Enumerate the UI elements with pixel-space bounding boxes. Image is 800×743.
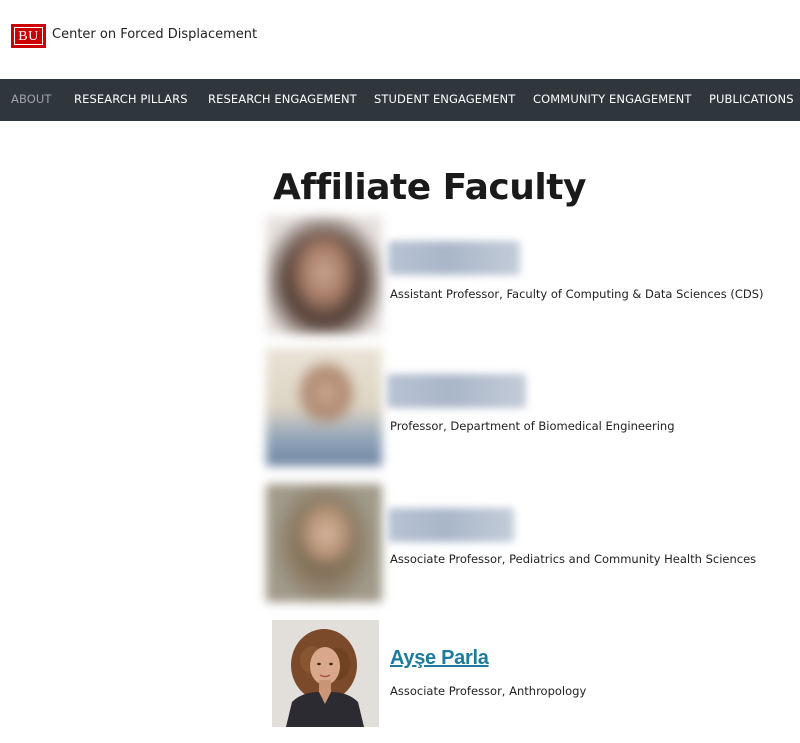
faculty-title: Associate Professor, Pediatrics and Comm… [390, 552, 757, 566]
faculty-name-link[interactable] [388, 241, 520, 275]
faculty-name-link[interactable] [387, 374, 526, 408]
faculty-name-link[interactable]: Ayşe Parla [390, 647, 489, 670]
nav-item-community-engagement[interactable]: Community Engagement [533, 92, 691, 106]
faculty-photo[interactable] [266, 348, 382, 466]
nav-item-about[interactable]: About [11, 92, 52, 106]
bu-logo-text: BU [14, 27, 43, 45]
nav-item-student-engagement[interactable]: Student Engagement [374, 92, 515, 106]
nav-item-research-engagement[interactable]: Research Engagement [208, 92, 357, 106]
faculty-photo[interactable] [266, 484, 382, 602]
faculty-title: Assistant Professor, Faculty of Computin… [390, 287, 764, 301]
main-nav: About Research Pillars Research Engageme… [0, 79, 800, 121]
bu-logo[interactable]: BU [11, 24, 46, 48]
portrait-image [272, 620, 379, 727]
faculty-name-link[interactable] [388, 508, 514, 542]
site-title-link[interactable]: Center on Forced Displacement [52, 27, 257, 42]
page-title: Affiliate Faculty [273, 167, 586, 208]
nav-item-publications[interactable]: Publications [709, 92, 794, 106]
nav-item-research-pillars[interactable]: Research Pillars [74, 92, 188, 106]
faculty-photo[interactable] [266, 216, 382, 334]
faculty-title: Professor, Department of Biomedical Engi… [390, 419, 675, 433]
site-header: BU Center on Forced Displacement [0, 0, 800, 79]
faculty-photo[interactable] [272, 620, 379, 727]
faculty-title: Associate Professor, Anthropology [390, 684, 587, 698]
